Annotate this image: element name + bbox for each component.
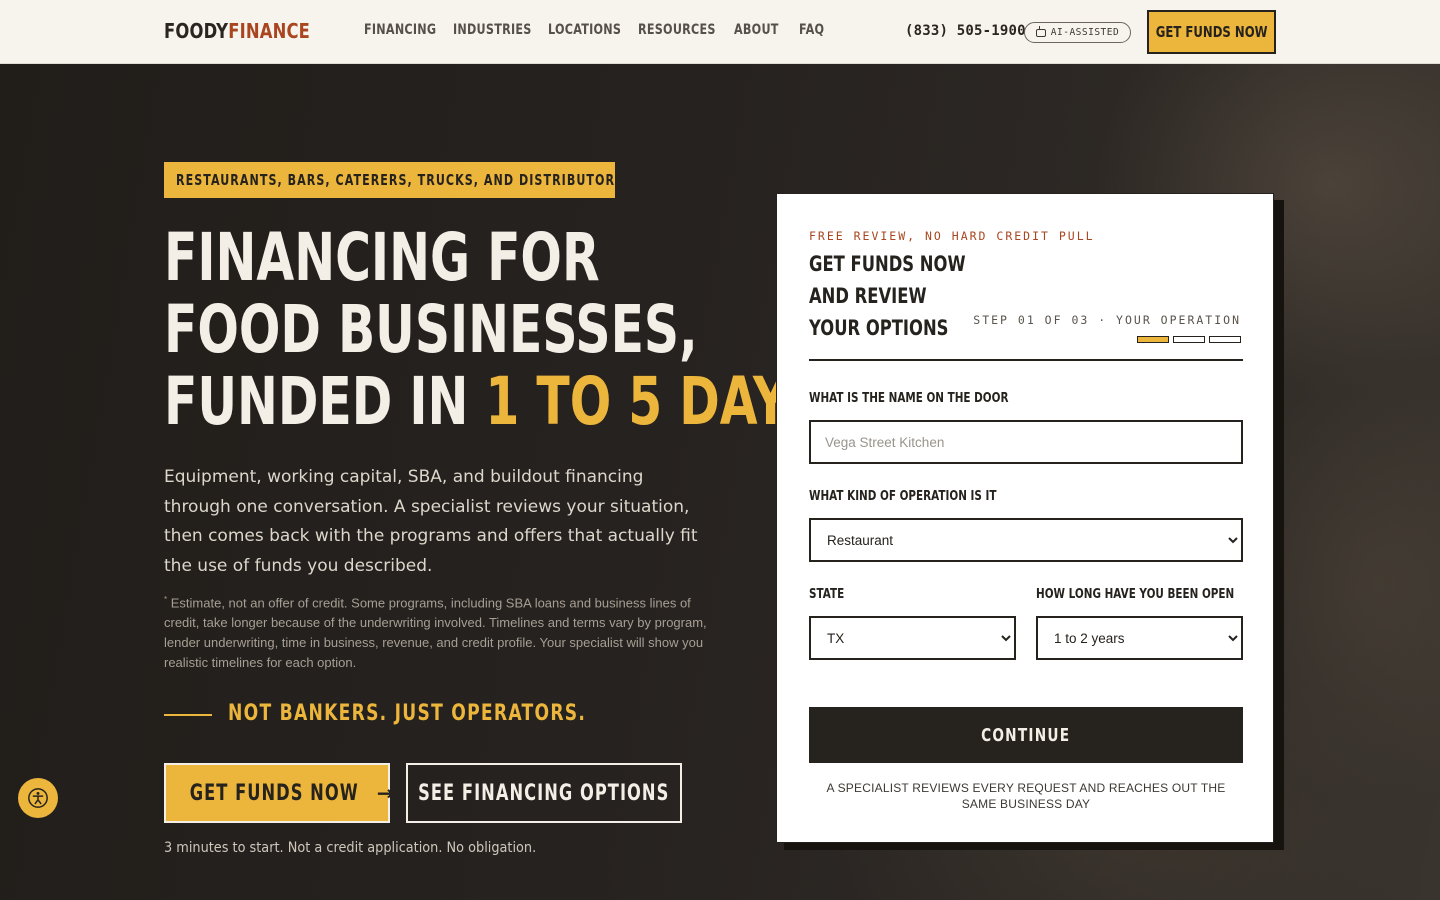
accessibility-icon — [28, 788, 48, 808]
step-segment-2 — [1173, 336, 1205, 343]
hero-eyebrow: RESTAURANTS, BARS, CATERERS, TRUCKS, AND… — [164, 162, 628, 198]
site-header: FOODYFINANCE FINANCING INDUSTRIES LOCATI… — [0, 0, 1440, 64]
see-financing-options-button[interactable]: SEE FINANCING OPTIONS — [406, 763, 682, 823]
robot-icon — [1035, 25, 1046, 37]
logo-part-2: FINANCE — [228, 19, 311, 43]
hero-get-funds-button[interactable]: GET FUNDS NOW → — [164, 763, 394, 823]
step-segment-1 — [1137, 336, 1169, 343]
hero-tagline: NOT BANKERS. JUST OPERATORS. — [228, 701, 587, 726]
time-open-label: HOW LONG HAVE YOU BEEN OPEN — [1036, 587, 1235, 602]
nav-item-financing[interactable]: FINANCING — [364, 22, 436, 38]
header-get-funds-button[interactable]: GET FUNDS NOW — [1147, 10, 1276, 54]
nav-item-industries[interactable]: INDUSTRIES — [453, 22, 531, 38]
business-name-input[interactable] — [809, 420, 1243, 464]
step-indicator-text: STEP 01 OF 03 · YOUR OPERATION — [973, 313, 1241, 327]
nav-item-about[interactable]: ABOUT — [734, 22, 786, 38]
hero-section: RESTAURANTS, BARS, CATERERS, TRUCKS, AND… — [0, 64, 1440, 900]
hero-footnote: * Estimate, not an offer of credit. Some… — [164, 590, 724, 673]
phone-link[interactable]: (833) 505-1900 — [905, 23, 1026, 39]
operation-type-select[interactable]: Restaurant — [809, 518, 1243, 562]
ai-badge-label: AI-ASSISTED — [1050, 27, 1120, 38]
tagline-rule — [164, 714, 212, 716]
footnote-text: Estimate, not an offer of credit. Some p… — [164, 595, 707, 671]
step-segment-3 — [1209, 336, 1241, 343]
main-nav: FINANCING INDUSTRIES LOCATIONS RESOURCES… — [364, 22, 829, 38]
lead-form-card: FREE REVIEW, NO HARD CREDIT PULL GET FUN… — [776, 193, 1274, 843]
form-divider — [809, 359, 1243, 361]
logo-part-1: FOODY — [164, 19, 229, 43]
arrow-right-icon: → — [376, 781, 394, 805]
headline-line-1: FINANCING FOR — [164, 219, 600, 296]
state-select[interactable]: TX — [809, 616, 1016, 660]
form-title: GET FUNDS NOW AND REVIEW YOUR OPTIONS — [809, 248, 966, 344]
nav-item-locations[interactable]: LOCATIONS — [548, 22, 621, 38]
continue-button[interactable]: CONTINUE — [809, 707, 1243, 763]
accessibility-button[interactable] — [18, 778, 58, 818]
operation-type-label: WHAT KIND OF OPERATION IS IT — [809, 489, 997, 504]
continue-label: CONTINUE — [981, 724, 1071, 746]
ai-assisted-badge: AI-ASSISTED — [1024, 22, 1131, 43]
hero-lead: Equipment, working capital, SBA, and bui… — [164, 467, 698, 576]
headline-line-3-prefix: FUNDED IN — [164, 363, 486, 440]
form-title-line-3: YOUR OPTIONS — [809, 316, 949, 340]
headline-line-2: FOOD BUSINESSES, — [164, 291, 698, 368]
nav-item-resources[interactable]: RESOURCES — [638, 22, 715, 38]
hero-eyebrow-text: RESTAURANTS, BARS, CATERERS, TRUCKS, AND… — [176, 171, 630, 189]
form-title-line-1: GET FUNDS NOW — [809, 252, 966, 276]
time-open-select[interactable]: 1 to 2 years — [1036, 616, 1243, 660]
step-progress — [1137, 336, 1241, 343]
hero-headline: FINANCING FOR FOOD BUSINESSES, FUNDED IN… — [164, 219, 849, 440]
nav-item-faq[interactable]: FAQ — [799, 22, 824, 38]
form-footnote: A SPECIALIST REVIEWS EVERY REQUEST AND R… — [826, 781, 1226, 811]
secondary-cta-label: SEE FINANCING OPTIONS — [418, 780, 670, 806]
form-eyebrow: FREE REVIEW, NO HARD CREDIT PULL — [809, 229, 1095, 243]
header-cta-label: GET FUNDS NOW — [1155, 23, 1268, 41]
state-label: STATE — [809, 587, 845, 602]
primary-cta-label: GET FUNDS NOW — [190, 780, 360, 806]
cta-note: 3 minutes to start. Not a credit applica… — [164, 840, 537, 856]
form-title-line-2: AND REVIEW — [809, 284, 927, 308]
footnote-mark: * — [164, 595, 168, 604]
headline-line-3: FUNDED IN 1 TO 5 DAYS* — [164, 363, 849, 440]
logo[interactable]: FOODYFINANCE — [164, 19, 310, 43]
business-name-label: WHAT IS THE NAME ON THE DOOR — [809, 391, 1009, 406]
